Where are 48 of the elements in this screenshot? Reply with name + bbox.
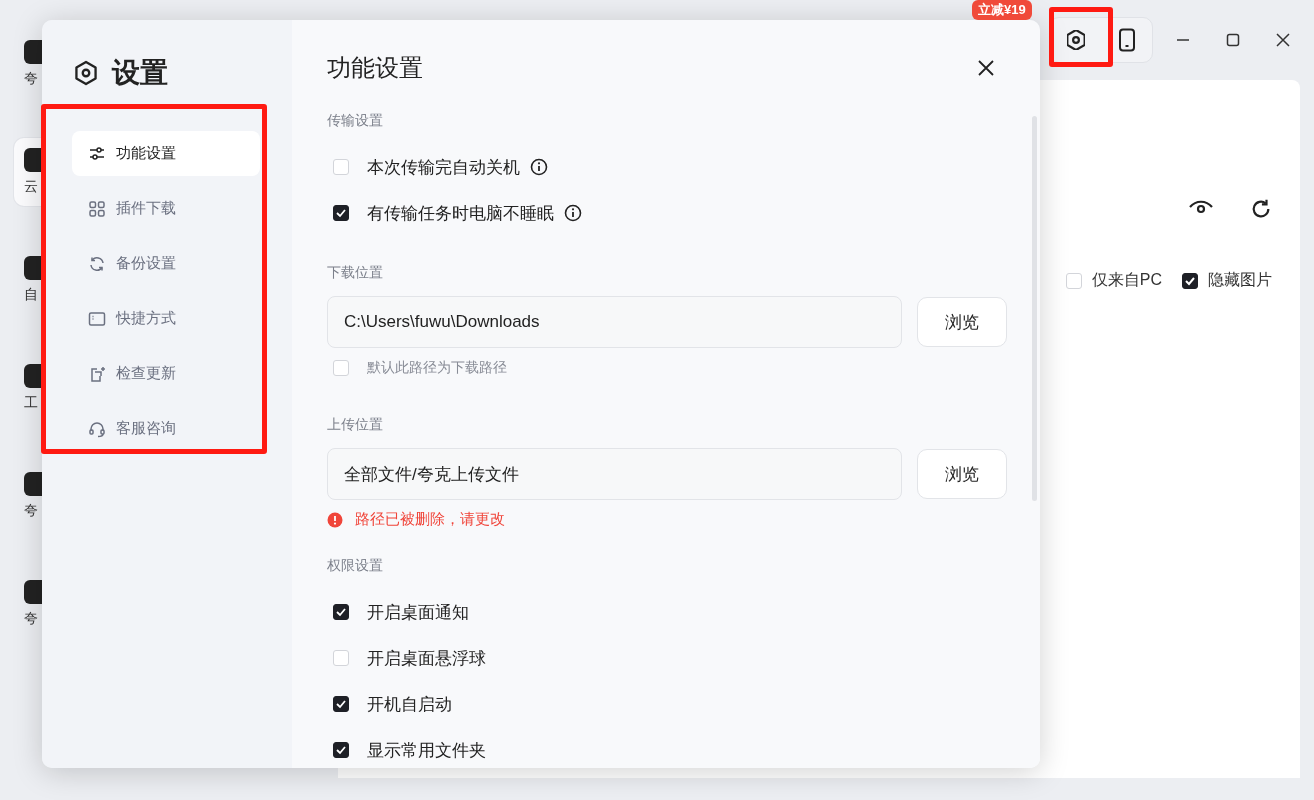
info-icon[interactable] (564, 204, 582, 222)
filter-checkbox[interactable]: 仅来自PC (1065, 270, 1162, 291)
settings-icon (72, 59, 100, 87)
option-checkbox[interactable]: 开机自启动 (333, 692, 452, 716)
section-heading: 功能设置 (327, 53, 423, 83)
option-checkbox[interactable]: 本次传输完自动关机 (333, 155, 520, 179)
path-field[interactable]: C:\Users\fuwu\Downloads (327, 296, 902, 348)
phone-icon (1117, 28, 1136, 52)
eye-icon[interactable] (1188, 198, 1214, 216)
group-label: 下载位置 (327, 264, 384, 282)
nav-item[interactable]: 插件下载 (72, 186, 260, 231)
keyboard-icon (88, 309, 106, 328)
maximize-icon (1226, 33, 1240, 47)
browse-button[interactable]: 浏览 (917, 449, 1007, 499)
checkmark-icon (335, 744, 347, 756)
highlight-frame (1049, 7, 1113, 67)
update-icon (88, 364, 106, 383)
option-checkbox[interactable]: 显示常用文件夹 (333, 738, 486, 762)
refresh-icon[interactable] (1250, 198, 1272, 220)
sync-icon (88, 254, 106, 273)
error-message: 路径已被删除，请更改 (355, 510, 505, 529)
info-icon[interactable] (530, 158, 548, 176)
browse-button[interactable]: 浏览 (917, 297, 1007, 347)
scrollbar[interactable] (1032, 116, 1037, 501)
nav-item[interactable]: 备份设置 (72, 241, 260, 286)
checkmark-icon (335, 606, 347, 618)
headset-icon (88, 419, 106, 438)
group-label: 传输设置 (327, 112, 384, 130)
group-label: 上传位置 (327, 416, 384, 434)
settings-icon (1066, 30, 1085, 50)
checkmark-icon (335, 698, 347, 710)
nav-item[interactable]: 快捷方式 (72, 296, 260, 341)
nav-item[interactable]: 功能设置 (72, 131, 260, 176)
filter-checkbox[interactable]: 隐藏图片 (1182, 270, 1272, 291)
close-icon (1276, 33, 1290, 47)
promo-badge[interactable]: 立减¥19 (972, 0, 1032, 20)
nav-item[interactable]: 检查更新 (72, 351, 260, 396)
dialog-title: 设置 (112, 56, 168, 90)
option-checkbox[interactable]: 有传输任务时电脑不睡眠 (333, 201, 554, 225)
path-field[interactable]: 全部文件/夸克上传文件 (327, 448, 902, 500)
sliders-icon (88, 144, 106, 163)
option-checkbox[interactable]: 开启桌面通知 (333, 600, 469, 624)
nav-item[interactable]: 客服咨询 (72, 406, 260, 451)
checkmark-icon (335, 207, 347, 219)
group-label: 权限设置 (327, 557, 384, 575)
grid-icon (88, 199, 106, 218)
error-icon (327, 511, 343, 528)
option-checkbox[interactable]: 开启桌面悬浮球 (333, 646, 486, 670)
